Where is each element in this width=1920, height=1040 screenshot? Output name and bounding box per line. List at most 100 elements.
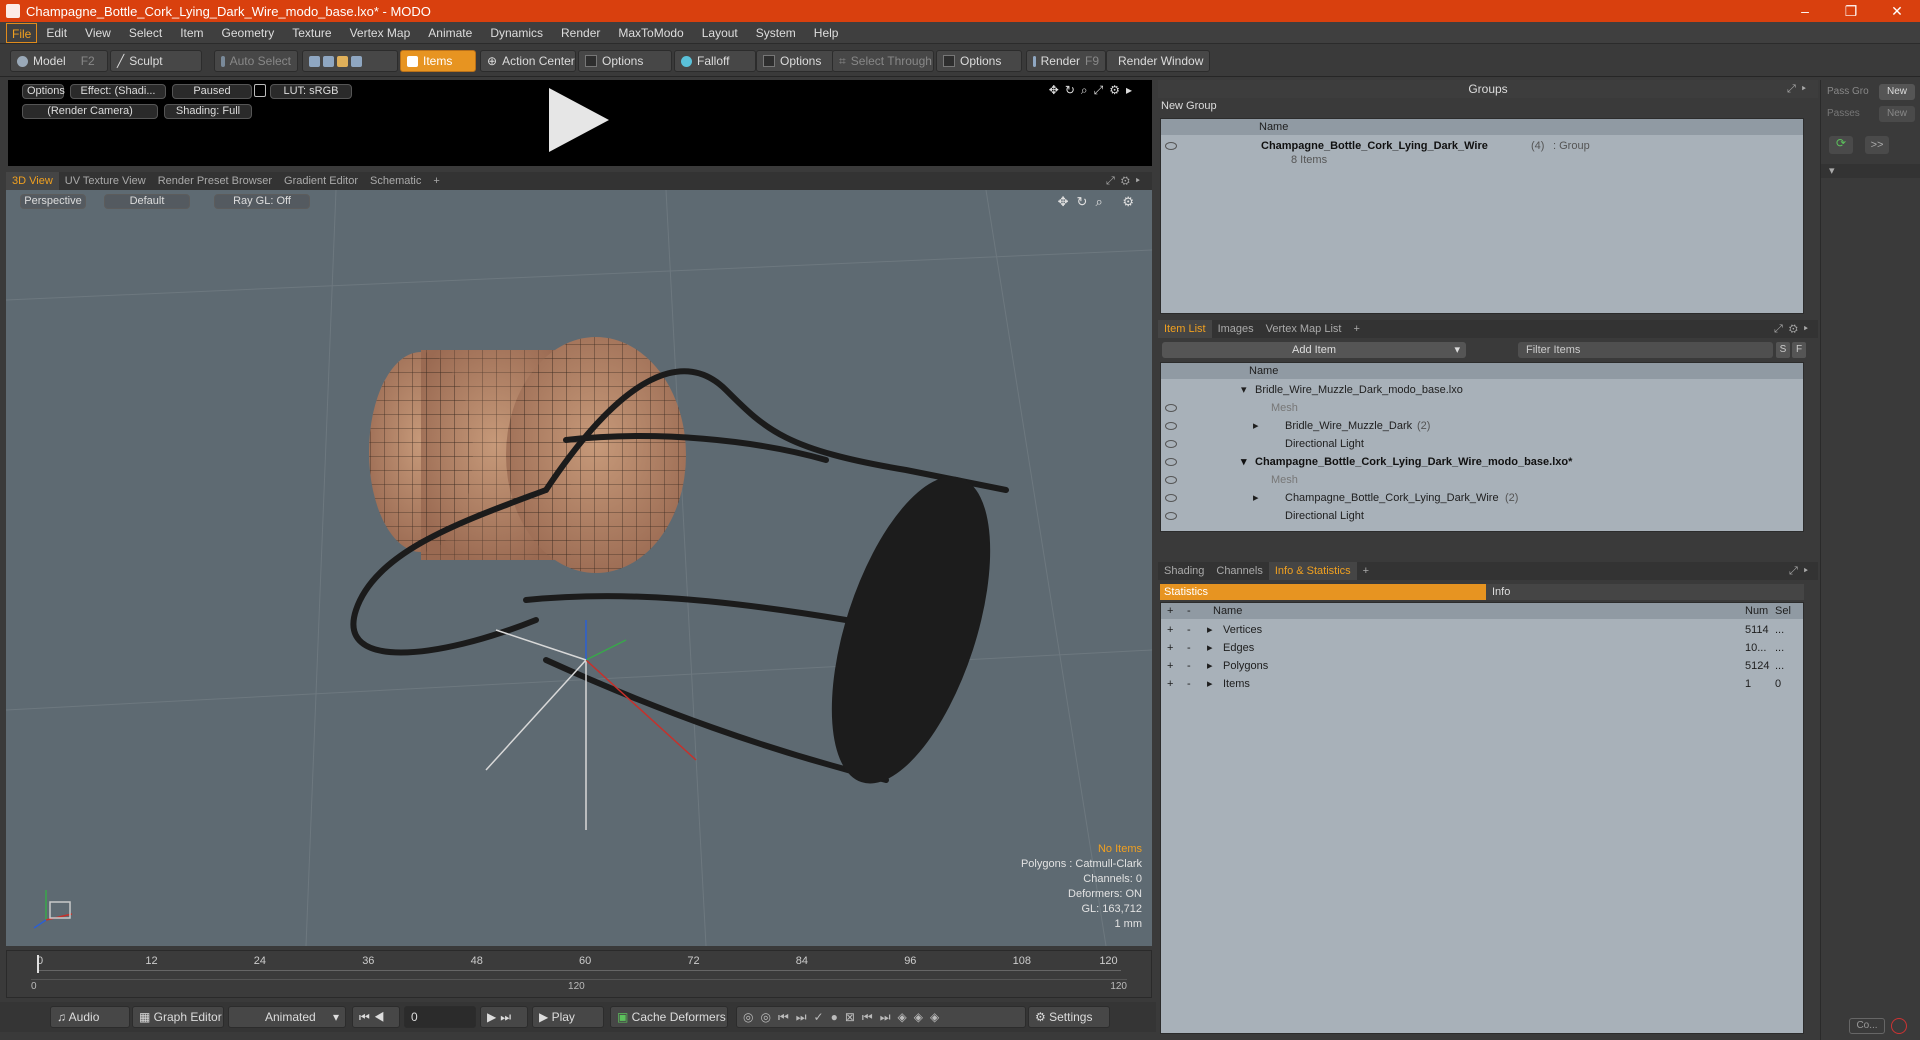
tab-info-statistics[interactable]: Info & Statistics <box>1268 562 1357 580</box>
tab-render-preset-browser[interactable]: Render Preset Browser <box>152 172 278 190</box>
perspective-dropdown[interactable]: Perspective <box>20 194 86 209</box>
tab-uv-texture-view[interactable]: UV Texture View <box>59 172 152 190</box>
collapse-arrow-icon[interactable]: ▾ <box>1241 453 1247 471</box>
sculpt-mode-button[interactable]: ╱ Sculpt <box>110 50 202 72</box>
tree-row[interactable]: ▸ Bridle_Wire_Muzzle_Dark (2) <box>1161 417 1803 435</box>
filter-s-button[interactable]: S <box>1776 342 1790 358</box>
groups-list[interactable]: Name Champagne_Bottle_Cork_Lying_Dark_Wi… <box>1160 118 1804 314</box>
keyframe-tool-icons[interactable]: ◎◎⏮⏭✓●⊠⏮⏭◈◈◈ <box>736 1006 1026 1028</box>
action-center-options-button[interactable]: Options <box>578 50 672 72</box>
menu-edit[interactable]: Edit <box>37 23 76 43</box>
settings-button[interactable]: ⚙ Settings <box>1028 1006 1110 1028</box>
collapse-arrow-icon[interactable]: ▾ <box>1241 381 1247 399</box>
expand-arrow-icon[interactable]: ▸ <box>1207 675 1213 693</box>
command-input[interactable]: Co... <box>1849 1018 1885 1034</box>
more-button[interactable]: >> <box>1865 136 1889 154</box>
plus-icon[interactable]: + <box>1167 657 1173 675</box>
wire-cap-plate[interactable] <box>800 458 1023 803</box>
visibility-eye-icon[interactable] <box>1165 440 1177 448</box>
tree-row[interactable]: Directional Light <box>1161 507 1803 525</box>
stats-row[interactable]: + - ▸ Vertices 5114... <box>1161 621 1803 639</box>
menu-texture[interactable]: Texture <box>283 23 340 43</box>
auto-select-button[interactable]: Auto Select <box>214 50 298 72</box>
expand-arrow-icon[interactable]: ▸ <box>1253 489 1259 507</box>
render-camera-dropdown[interactable]: (Render Camera) <box>22 104 158 119</box>
tree-row[interactable]: ▾ Bridle_Wire_Muzzle_Dark_modo_base.lxo <box>1161 381 1803 399</box>
menu-animate[interactable]: Animate <box>419 23 481 43</box>
collapse-all-icon[interactable]: - <box>1187 603 1191 619</box>
time-range-bar[interactable]: 0 120 120 <box>31 979 1127 993</box>
record-icon[interactable] <box>1891 1018 1907 1034</box>
new-group-button[interactable]: New Group <box>1158 98 1818 114</box>
minimize-button[interactable]: – <box>1782 3 1828 19</box>
tab-item-list[interactable]: Item List <box>1158 320 1212 338</box>
playhead[interactable] <box>37 955 39 973</box>
visibility-eye-icon[interactable] <box>1165 476 1177 484</box>
shading-dropdown[interactable]: Shading: Full <box>164 104 252 119</box>
timeline-ruler[interactable]: 0 12 24 36 48 60 72 84 96 108 120 <box>37 953 1121 971</box>
menu-select[interactable]: Select <box>120 23 171 43</box>
timeline[interactable]: 0 12 24 36 48 60 72 84 96 108 120 0 120 … <box>6 950 1152 998</box>
select-through-options-button[interactable]: Options <box>936 50 1022 72</box>
statistics-subtab[interactable]: Statistics <box>1160 584 1486 600</box>
visibility-eye-icon[interactable] <box>1165 494 1177 502</box>
new-pass-group-button[interactable]: New <box>1879 84 1915 100</box>
groups-panel-icons[interactable]: ⤢▸ <box>1787 80 1812 98</box>
menu-item[interactable]: Item <box>171 23 212 43</box>
minus-icon[interactable]: - <box>1187 639 1191 657</box>
stats-row[interactable]: + - ▸ Polygons 5124... <box>1161 657 1803 675</box>
lut-dropdown[interactable]: LUT: sRGB <box>270 84 352 99</box>
plus-icon[interactable]: + <box>1167 621 1173 639</box>
viewport-panel-icons[interactable]: ⤢⚙▸ <box>1106 175 1152 188</box>
tree-row[interactable]: ▸ Champagne_Bottle_Cork_Lying_Dark_Wire (2… <box>1161 489 1803 507</box>
play-button[interactable]: ▶ Play <box>532 1006 604 1028</box>
plus-icon[interactable]: + <box>1167 639 1173 657</box>
menu-system[interactable]: System <box>747 23 805 43</box>
close-button[interactable]: ✕ <box>1874 3 1920 20</box>
tab-vertex-map-list[interactable]: Vertex Map List <box>1260 320 1348 338</box>
polygons-mode-icon[interactable] <box>337 55 348 67</box>
render-window-button[interactable]: Render Window <box>1106 50 1210 72</box>
menu-dynamics[interactable]: Dynamics <box>481 23 552 43</box>
3d-viewport[interactable]: Perspective Default Ray GL: Off ✥↻⌕ ⚙ No… <box>6 190 1152 946</box>
visibility-eye-icon[interactable] <box>1165 512 1177 520</box>
item-tree[interactable]: Name ▾ Bridle_Wire_Muzzle_Dark_modo_base.… <box>1160 362 1804 532</box>
edges-mode-icon[interactable] <box>323 55 334 67</box>
tab-channels[interactable]: Channels <box>1210 562 1268 580</box>
skip-forward-buttons[interactable]: ▶⏭ <box>480 1006 528 1028</box>
filter-items-input[interactable]: Filter Items <box>1518 342 1773 358</box>
visibility-eye-icon[interactable] <box>1165 458 1177 466</box>
visibility-eye-icon[interactable] <box>1165 142 1177 150</box>
stats-row[interactable]: + - ▸ Edges 10...... <box>1161 639 1803 657</box>
expand-arrow-icon[interactable]: ▸ <box>1207 639 1213 657</box>
vertices-mode-icon[interactable] <box>309 55 320 67</box>
action-center-button[interactable]: ⊕ Action Center <box>480 50 576 72</box>
graph-editor-button[interactable]: ▦ Graph Editor <box>132 1006 224 1028</box>
frame-input[interactable]: 0 <box>404 1006 476 1028</box>
lock-icon[interactable] <box>254 84 266 97</box>
item-list-panel-icons[interactable]: ⤢⚙▸ <box>1774 323 1818 336</box>
player-nav-icons[interactable]: ✥↻⌕⤢⚙▸ <box>1049 83 1138 98</box>
add-item-dropdown[interactable]: Add Item ▾ <box>1162 342 1466 358</box>
plus-icon[interactable]: + <box>1167 675 1173 693</box>
stats-row[interactable]: + - ▸ Items 1 0 <box>1161 675 1803 693</box>
play-icon[interactable] <box>545 86 611 154</box>
add-panel-tab[interactable]: + <box>1357 562 1375 580</box>
skip-back-buttons[interactable]: ⏮◀ <box>352 1006 400 1028</box>
falloff-options-button[interactable]: Options <box>756 50 834 72</box>
menu-render[interactable]: Render <box>552 23 609 43</box>
transform-gizmo[interactable] <box>485 620 697 830</box>
cork-model[interactable] <box>369 337 686 573</box>
tree-row[interactable]: Directional Light <box>1161 435 1803 453</box>
add-panel-tab[interactable]: + <box>1347 320 1365 338</box>
model-mode-button[interactable]: Model F2 <box>10 50 108 72</box>
minus-icon[interactable]: - <box>1187 675 1191 693</box>
visibility-eye-icon[interactable] <box>1165 422 1177 430</box>
viewport-nav-icons[interactable]: ✥↻⌕ ⚙ <box>1058 194 1142 210</box>
tree-row[interactable]: Mesh <box>1161 399 1803 417</box>
menu-vertex-map[interactable]: Vertex Map <box>341 23 420 43</box>
menu-view[interactable]: View <box>76 23 120 43</box>
falloff-button[interactable]: Falloff <box>674 50 756 72</box>
expand-all-icon[interactable]: + <box>1167 603 1173 619</box>
tab-3d-view[interactable]: 3D View <box>6 172 59 190</box>
